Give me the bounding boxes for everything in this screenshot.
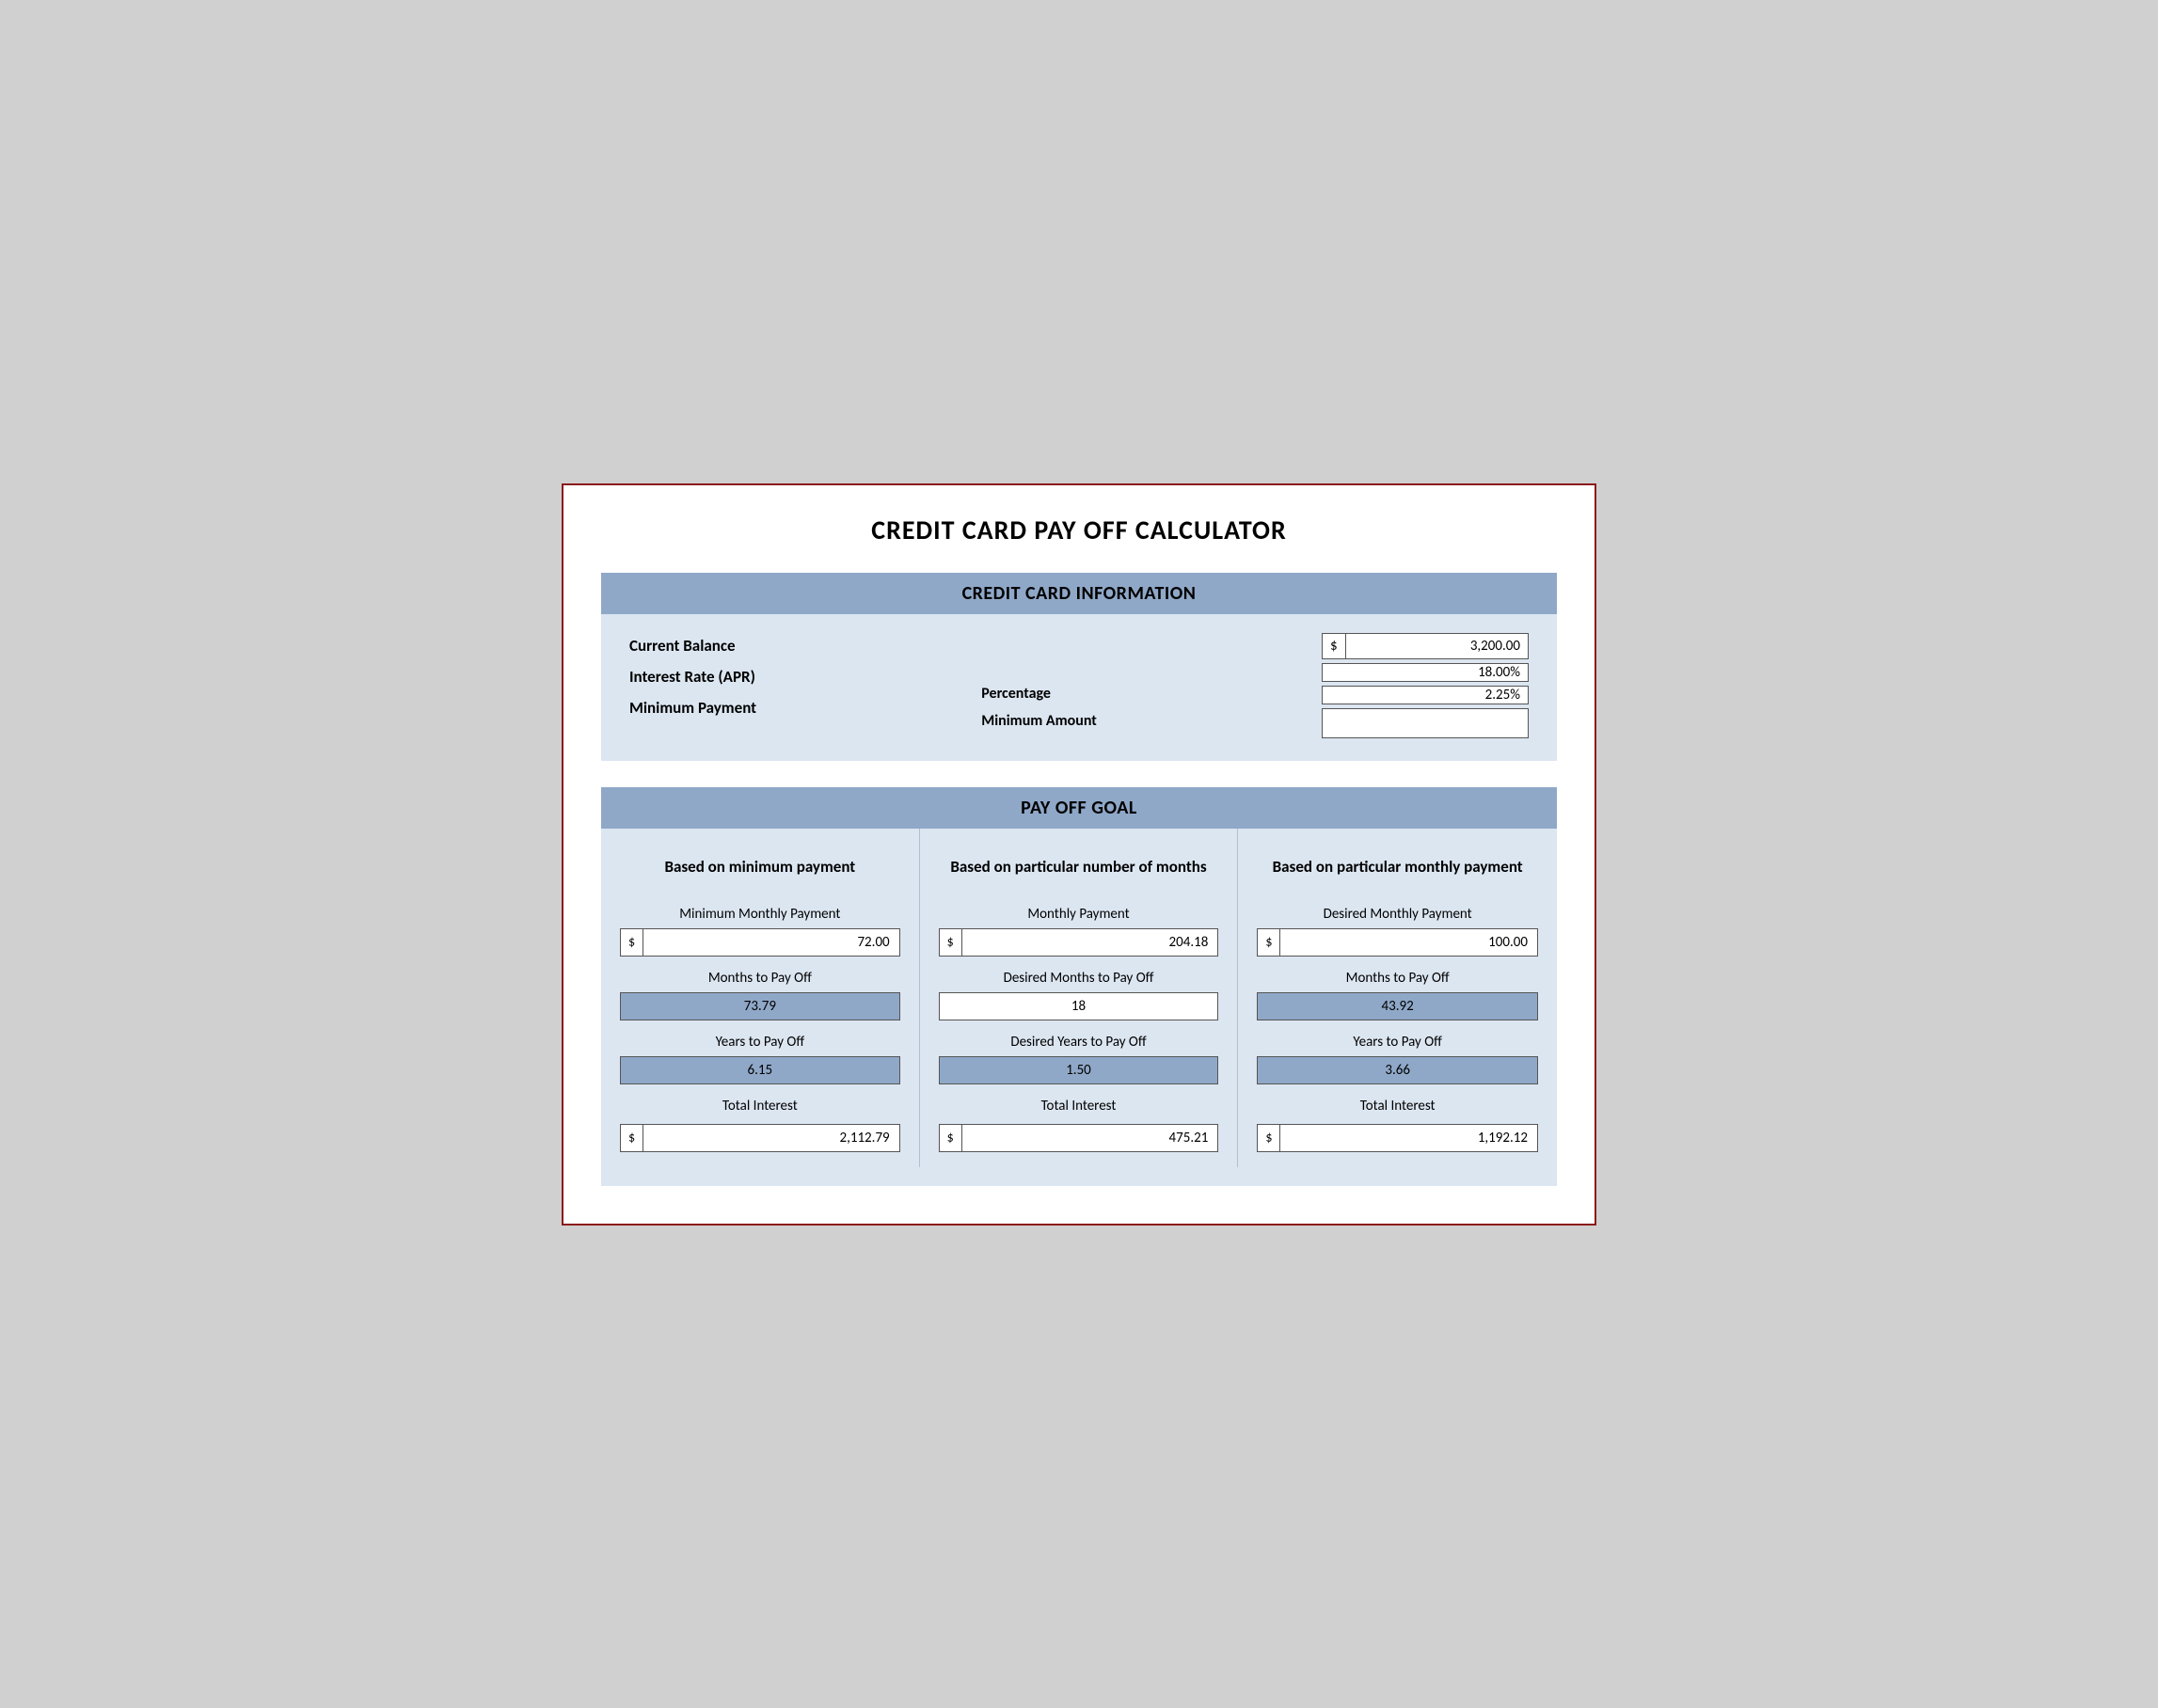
interest-rate-value: 18.00% — [1323, 664, 1528, 681]
col-1-field-box: $ 72.00 — [620, 928, 900, 957]
info-grid: Current Balance Interest Rate (APR) Mini… — [629, 633, 1529, 738]
balance-value: 3,200.00 — [1346, 634, 1528, 658]
goal-col-2: Based on particular number of months Mon… — [920, 829, 1239, 1167]
col-2-total-interest-label: Total Interest — [1041, 1098, 1117, 1115]
col-1-field-value: 72.00 — [643, 929, 899, 956]
balance-currency: $ — [1323, 634, 1346, 658]
credit-card-info-section: Current Balance Interest Rate (APR) Mini… — [601, 614, 1557, 761]
col-2-years-value: 1.50 — [939, 1056, 1219, 1084]
col-2-field-label: Monthly Payment — [1027, 906, 1129, 923]
minimum-payment-label: Minimum Payment — [629, 695, 756, 720]
col-1-years-value: 6.15 — [620, 1056, 900, 1084]
col-1-field-label: Minimum Monthly Payment — [679, 906, 840, 923]
percentage-row: 2.25% — [1322, 686, 1529, 704]
col-3-field-value: 100.00 — [1280, 929, 1537, 956]
col-1-currency: $ — [621, 929, 643, 956]
calculator-container: CREDIT CARD PAY OFF CALCULATOR CREDIT CA… — [562, 483, 1596, 1226]
info-labels: Current Balance Interest Rate (APR) Mini… — [629, 633, 756, 721]
col-2-years-label: Desired Years to Pay Off — [1010, 1034, 1146, 1051]
goal-col-3: Based on particular monthly payment Desi… — [1238, 829, 1557, 1167]
col-3-field-label: Desired Monthly Payment — [1324, 906, 1472, 923]
col-3-currency: $ — [1258, 929, 1280, 956]
info-middle: Percentage Minimum Amount — [981, 633, 1097, 734]
col-3-field-box: $ 100.00 — [1257, 928, 1538, 957]
col-2-months-input[interactable]: 18 — [939, 992, 1219, 1020]
col-1-total-interest-label: Total Interest — [722, 1098, 798, 1115]
main-title: CREDIT CARD PAY OFF CALCULATOR — [601, 514, 1557, 546]
col-3-header: Based on particular monthly payment — [1273, 844, 1523, 891]
col-2-field-value: 204.18 — [962, 929, 1218, 956]
col-3-total-interest-label: Total Interest — [1360, 1098, 1436, 1115]
percentage-value: 2.25% — [1323, 687, 1528, 704]
col-2-months-label: Desired Months to Pay Off — [1004, 970, 1154, 987]
goal-col-1: Based on minimum payment Minimum Monthly… — [601, 829, 920, 1167]
col-3-years-label: Years to Pay Off — [1353, 1034, 1442, 1051]
col-1-total-value: 2,112.79 — [643, 1125, 899, 1151]
col-2-total-currency: $ — [940, 1125, 962, 1151]
col-2-header: Based on particular number of months — [950, 844, 1206, 891]
col-3-total-currency: $ — [1258, 1125, 1280, 1151]
col-1-months-value: 73.79 — [620, 992, 900, 1020]
balance-label: Current Balance — [629, 633, 756, 658]
interest-rate-label: Interest Rate (APR) — [629, 664, 756, 689]
col-3-total-interest-row: $ 1,192.12 — [1257, 1124, 1538, 1152]
pay-off-section-header: PAY OFF GOAL — [601, 787, 1557, 829]
col-2-total-interest-row: $ 475.21 — [939, 1124, 1219, 1152]
goal-grid: Based on minimum payment Minimum Monthly… — [601, 829, 1557, 1167]
col-3-months-value: 43.92 — [1257, 992, 1538, 1020]
col-1-total-interest-row: $ 2,112.79 — [620, 1124, 900, 1152]
col-3-total-value: 1,192.12 — [1280, 1125, 1537, 1151]
col-1-total-currency: $ — [621, 1125, 643, 1151]
col-3-years-value: 3.66 — [1257, 1056, 1538, 1084]
info-values: $ 3,200.00 18.00% 2.25% — [1322, 633, 1529, 738]
minimum-amount-label: Minimum Amount — [981, 709, 1097, 734]
col-1-months-label: Months to Pay Off — [708, 970, 812, 987]
credit-card-section-header: CREDIT CARD INFORMATION — [601, 573, 1557, 614]
col-1-header: Based on minimum payment — [664, 844, 855, 891]
percentage-label: Percentage — [981, 682, 1097, 706]
minimum-amount-value — [1323, 709, 1528, 737]
col-2-total-value: 475.21 — [962, 1125, 1218, 1151]
col-2-currency: $ — [940, 929, 962, 956]
col-1-years-label: Years to Pay Off — [716, 1034, 805, 1051]
minimum-amount-row — [1322, 708, 1529, 738]
balance-row: $ 3,200.00 — [1322, 633, 1529, 659]
pay-off-goal-section: Based on minimum payment Minimum Monthly… — [601, 829, 1557, 1186]
col-3-months-label: Months to Pay Off — [1346, 970, 1450, 987]
col-2-field-box: $ 204.18 — [939, 928, 1219, 957]
interest-rate-row: 18.00% — [1322, 663, 1529, 682]
